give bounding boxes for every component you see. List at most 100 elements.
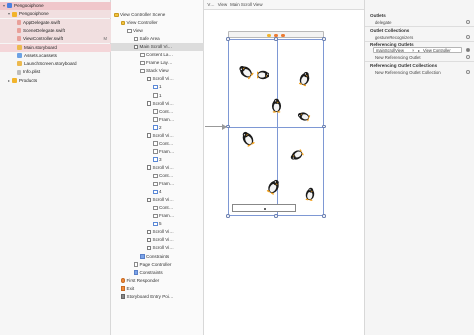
outline-row[interactable]: Cont… <box>111 172 204 180</box>
outline-row[interactable]: Content La… <box>111 51 204 59</box>
image-view-icon <box>153 157 158 162</box>
outline-row[interactable]: Safe Area <box>111 35 204 43</box>
resize-handle[interactable] <box>226 37 230 41</box>
outline-row-label: Cont… <box>159 108 174 114</box>
resize-handle[interactable] <box>274 37 278 41</box>
constraints-icon <box>140 254 145 259</box>
outline-row[interactable]: Cont… <box>111 108 204 116</box>
outline-row[interactable]: Scroll Vi… <box>111 228 204 236</box>
page-dot-icon <box>264 208 266 210</box>
outline-row[interactable]: Cont… <box>111 204 204 212</box>
new-ref-collection-circle-icon[interactable] <box>466 70 470 74</box>
outline-row-label: Constraints <box>146 253 170 259</box>
navigator-item[interactable]: LaunchScreen.storyboard <box>0 60 111 68</box>
outlet-connect-circle-icon[interactable] <box>466 20 470 24</box>
navigator-item[interactable]: ▾ Pengooiphone <box>0 10 111 19</box>
outline-row-label: 2 <box>159 124 162 130</box>
navigator-item[interactable]: Assets.xcassets <box>0 52 111 60</box>
exit-icon[interactable] <box>281 33 285 37</box>
referencing-outlet-connection[interactable]: mainScrollView × ▸ View Controller <box>373 47 462 53</box>
outline-row[interactable]: Stack View <box>111 67 204 75</box>
ref-outlet-connected-circle-icon[interactable] <box>466 48 470 52</box>
outline-row[interactable]: Cont… <box>111 140 204 148</box>
outline-row[interactable]: 1 <box>111 92 204 100</box>
outline-row[interactable]: Constraints <box>111 269 204 277</box>
outline-row[interactable]: Scroll Vi… <box>111 75 204 83</box>
penguin-image <box>298 71 311 87</box>
view-icon <box>153 93 158 98</box>
plist-icon <box>17 69 21 75</box>
navigator-item[interactable]: AppDelegate.swift <box>0 18 111 27</box>
view-controller-icon[interactable] <box>267 33 271 37</box>
outline-row[interactable]: Main Scroll Vi… <box>111 43 204 52</box>
penguin-image <box>296 110 311 123</box>
outline-row[interactable]: Fram… <box>111 116 204 124</box>
folder-icon <box>12 77 17 83</box>
exit-icon <box>120 286 125 291</box>
outline-row[interactable]: Fram… <box>111 148 204 156</box>
outline-row[interactable]: Scroll Vi… <box>111 100 204 108</box>
divider <box>365 26 474 27</box>
outline-row-label: First Responder <box>126 277 160 283</box>
connection-remove-icon[interactable]: × <box>412 48 414 53</box>
outline-row-label: Fram… <box>159 181 175 187</box>
resize-handle[interactable] <box>322 37 326 41</box>
scroll-view-icon <box>146 101 151 106</box>
jump-bar-item[interactable]: View <box>218 0 227 9</box>
outline-row-label: Scroll Vi… <box>152 197 174 203</box>
scroll-view-icon <box>146 165 151 170</box>
outline-row[interactable]: 4 <box>111 188 204 196</box>
outline-row[interactable]: 5 <box>111 220 204 228</box>
connection-target: View Controller <box>423 48 451 53</box>
outline-row[interactable]: 1 <box>111 83 204 91</box>
scroll-view-icon <box>133 44 138 50</box>
outline-row[interactable]: Scroll Vi… <box>111 132 204 140</box>
navigator-item[interactable]: Main.storyboard <box>0 43 111 52</box>
outline-row[interactable]: Constraints <box>111 253 204 261</box>
penguin-image <box>271 98 282 113</box>
outline-row[interactable]: View Controller Scene <box>111 11 204 19</box>
resize-handle[interactable] <box>322 124 326 128</box>
new-ref-outlet-circle-icon[interactable] <box>466 55 470 59</box>
outline-row[interactable]: Fram… <box>111 212 204 220</box>
navigator-item[interactable]: ViewController.swift M <box>0 35 111 44</box>
collection-gesture-recognizers: gestureRecognizers <box>375 35 414 40</box>
view-icon <box>140 60 145 66</box>
outline-row[interactable]: Scroll Vi… <box>111 236 204 244</box>
resize-handle[interactable] <box>274 214 278 218</box>
resize-handle[interactable] <box>226 214 230 218</box>
outline-row[interactable]: Exit <box>111 285 204 293</box>
scroll-view-icon <box>146 197 151 203</box>
resize-handle[interactable] <box>226 124 230 128</box>
outline-row[interactable]: View <box>111 27 204 35</box>
outline-row[interactable]: 3 <box>111 156 204 164</box>
outline-row-label: Frame Lay… <box>146 60 173 66</box>
outline-row-label: Fram… <box>159 148 175 154</box>
penguin-image <box>266 179 281 195</box>
resize-handle[interactable] <box>322 214 326 218</box>
view-icon <box>153 205 158 211</box>
outline-row[interactable]: Page Controller <box>111 261 204 269</box>
collection-connect-circle-icon[interactable] <box>466 35 470 39</box>
outline-row[interactable]: First Responder <box>111 277 204 285</box>
image-view-icon <box>153 125 158 130</box>
outline-row[interactable]: View Controller <box>111 19 204 27</box>
jump-bar-item[interactable]: V… <box>207 0 214 9</box>
navigator-item[interactable]: ▸ Products <box>0 77 111 85</box>
outline-row[interactable]: 2 <box>111 124 204 132</box>
jump-bar-item[interactable]: Main Scroll View <box>230 0 262 9</box>
navigator-item[interactable]: SceneDelegate.swift <box>0 26 111 35</box>
outline-row[interactable]: Frame Lay… <box>111 59 204 67</box>
outline-row-label: Stack View <box>146 68 169 74</box>
outline-row[interactable]: Scroll Vi… <box>111 196 204 204</box>
outline-row-label: Scroll Vi… <box>152 229 174 235</box>
page-control[interactable] <box>232 204 296 212</box>
navigator-item[interactable]: ▾ Pengooiphone <box>0 2 111 10</box>
outline-row[interactable]: Storyboard Entry Poi… <box>111 293 204 301</box>
navigator-item-label: Assets.xcassets <box>24 52 57 58</box>
navigator-item[interactable]: Info.plist <box>0 68 111 76</box>
modified-badge: M <box>103 36 108 42</box>
outline-row[interactable]: Scroll Vi… <box>111 244 204 252</box>
outline-row[interactable]: Scroll Vi… <box>111 164 204 172</box>
outline-row[interactable]: Fram… <box>111 180 204 188</box>
